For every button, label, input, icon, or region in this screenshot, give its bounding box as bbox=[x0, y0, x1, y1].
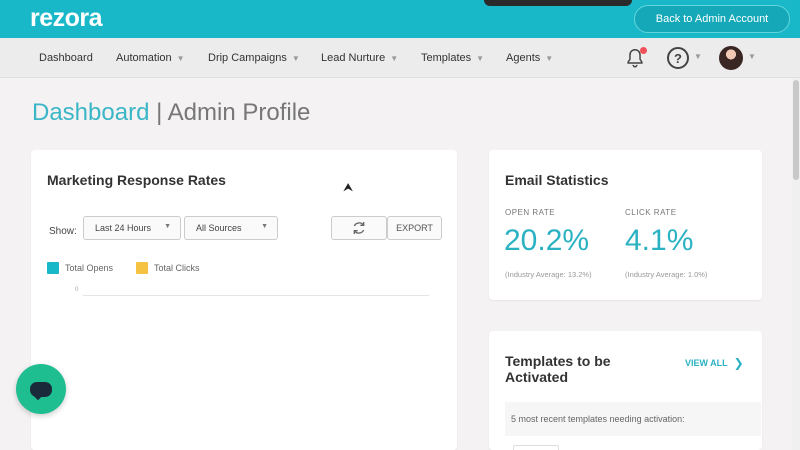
chevron-down-icon: ▼ bbox=[476, 53, 485, 63]
back-to-admin-button[interactable]: Back to Admin Account bbox=[634, 5, 790, 33]
click-rate-label: CLICK RATE bbox=[625, 208, 677, 217]
legend-total-clicks[interactable]: Total Clicks bbox=[136, 262, 200, 274]
nav-lead-nurture[interactable]: Lead Nurture ▼ bbox=[321, 38, 398, 78]
question-circle-icon[interactable]: ? bbox=[667, 47, 689, 69]
click-rate-value: 4.1% bbox=[625, 224, 694, 257]
page-title-primary: Dashboard bbox=[32, 99, 150, 126]
chevron-down-icon: ▼ bbox=[164, 223, 171, 230]
nav-dashboard-label: Dashboard bbox=[39, 52, 93, 64]
nav-agents-label: Agents bbox=[506, 52, 541, 64]
source-select[interactable]: All Sources ▼ bbox=[184, 216, 278, 240]
nav-lead-nurture-label: Lead Nurture bbox=[321, 52, 386, 64]
templates-card-title: Templates to be Activated bbox=[505, 353, 611, 385]
legend-swatch bbox=[136, 262, 148, 274]
legend-label: Total Opens bbox=[65, 263, 114, 273]
chevron-down-icon: ▼ bbox=[390, 53, 399, 63]
rezora-logo[interactable]: rezora bbox=[30, 4, 103, 33]
page-title-secondary: Admin Profile bbox=[167, 99, 311, 126]
open-rate-note: (Industry Average: 13.2%) bbox=[505, 270, 592, 279]
chevron-down-icon[interactable]: ▼ bbox=[694, 52, 702, 61]
source-select-value: All Sources bbox=[196, 223, 242, 233]
marketing-card-title: Marketing Response Rates bbox=[47, 172, 226, 188]
nav-drip-campaigns-label: Drip Campaigns bbox=[208, 52, 287, 64]
email-stats-title: Email Statistics bbox=[505, 172, 609, 188]
chat-widget-button[interactable] bbox=[16, 364, 66, 414]
chart-axis-zero: 0 bbox=[75, 287, 79, 293]
open-rate-label: OPEN RATE bbox=[505, 208, 556, 217]
nav-automation-label: Automation bbox=[116, 52, 172, 64]
period-select[interactable]: Last 24 Hours ▼ bbox=[83, 216, 181, 240]
template-list-item[interactable] bbox=[513, 445, 559, 450]
nav-templates-label: Templates bbox=[421, 52, 472, 64]
period-select-value: Last 24 Hours bbox=[95, 223, 152, 233]
nav-automation[interactable]: Automation ▼ bbox=[116, 38, 185, 78]
chart-baseline bbox=[83, 295, 429, 296]
nav-dashboard[interactable]: Dashboard bbox=[39, 38, 93, 78]
refresh-icon bbox=[353, 222, 365, 234]
avatar[interactable] bbox=[719, 46, 743, 70]
legend-total-opens[interactable]: Total Opens bbox=[47, 262, 113, 274]
top-brand-bar: rezora Back to Admin Account bbox=[0, 0, 800, 38]
email-statistics-card: Email Statistics OPEN RATE 20.2% (Indust… bbox=[489, 150, 762, 300]
marketing-response-card: Marketing Response Rates Show: Last 24 H… bbox=[31, 150, 457, 450]
click-rate-note: (Industry Average: 1.0%) bbox=[625, 270, 708, 279]
chevron-down-icon: ▼ bbox=[261, 223, 268, 230]
chevron-down-icon[interactable]: ▼ bbox=[748, 52, 756, 61]
chevron-down-icon: ▼ bbox=[291, 53, 300, 63]
templates-note: 5 most recent templates needing activati… bbox=[505, 402, 761, 436]
refresh-button[interactable] bbox=[331, 216, 387, 240]
page-title-separator: | bbox=[156, 99, 163, 126]
mouse-cursor-icon: ⮝ bbox=[343, 180, 354, 194]
nav-agents[interactable]: Agents ▼ bbox=[506, 38, 553, 78]
view-all-link[interactable]: VIEW ALL ❯ bbox=[685, 356, 744, 370]
export-button[interactable]: EXPORT bbox=[387, 216, 442, 240]
window-notch bbox=[484, 0, 632, 6]
chevron-right-icon: ❯ bbox=[733, 356, 744, 370]
open-rate-value: 20.2% bbox=[504, 224, 590, 257]
view-all-label: VIEW ALL bbox=[685, 358, 728, 368]
legend-swatch bbox=[47, 262, 59, 274]
notification-dot bbox=[640, 47, 647, 54]
show-label: Show: bbox=[49, 226, 77, 237]
nav-templates[interactable]: Templates ▼ bbox=[421, 38, 484, 78]
page-title: Dashboard | Admin Profile bbox=[32, 99, 310, 127]
scrollbar-thumb[interactable] bbox=[793, 80, 799, 180]
main-nav: Dashboard Automation ▼ Drip Campaigns ▼ Le… bbox=[0, 38, 800, 78]
chat-bubble-icon bbox=[30, 381, 52, 397]
page-scrollbar[interactable] bbox=[792, 78, 800, 450]
nav-drip-campaigns[interactable]: Drip Campaigns ▼ bbox=[208, 38, 300, 78]
chevron-down-icon: ▼ bbox=[545, 53, 554, 63]
legend-label: Total Clicks bbox=[154, 263, 200, 273]
templates-card: Templates to be Activated VIEW ALL ❯ 5 m… bbox=[489, 331, 762, 450]
chevron-down-icon: ▼ bbox=[176, 53, 185, 63]
